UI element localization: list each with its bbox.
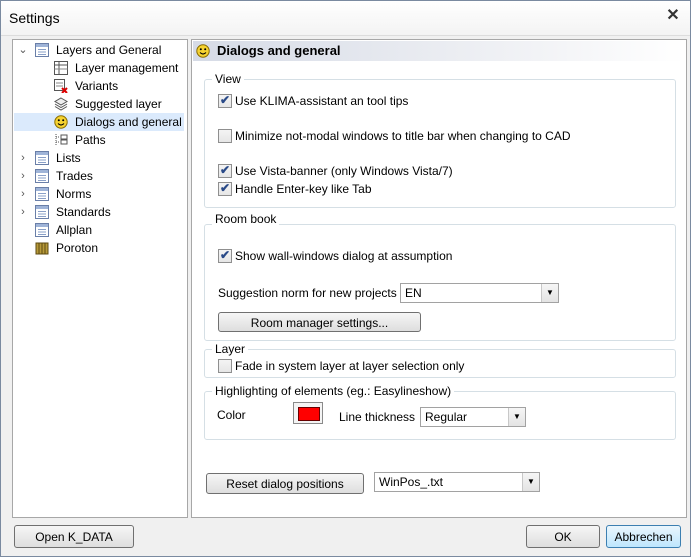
tree-item-label: Poroton <box>56 241 99 255</box>
checkbox-label: Use Vista-banner (only Windows Vista/7) <box>235 164 453 178</box>
tree-item-dialogs-and-general[interactable]: Dialogs and general <box>14 113 184 131</box>
select-value: EN <box>405 286 422 300</box>
color-picker-button[interactable] <box>293 402 323 424</box>
vista-banner-checkbox[interactable]: ✔ Use Vista-banner (only Windows Vista/7… <box>218 163 518 179</box>
klima-tooltips-checkbox[interactable]: ✔ Use KLIMA-assistant an tool tips <box>218 93 518 109</box>
settings-window: Settings ✕ ⌄ Layers and General Layer ma… <box>0 0 691 557</box>
tree-item-label: Dialogs and general <box>75 115 182 129</box>
highlighting-group-title: Highlighting of elements (eg.: Easylines… <box>212 384 455 398</box>
select-value: Regular <box>425 410 468 424</box>
tree-item-variants[interactable]: Variants <box>13 77 185 95</box>
ok-button[interactable]: OK <box>526 525 600 548</box>
tree-item-label: Paths <box>75 133 106 147</box>
title-bar[interactable]: Settings ✕ <box>1 1 690 36</box>
line-thickness-select[interactable]: Regular ▼ <box>420 407 526 427</box>
suggestion-norm-select[interactable]: EN ▼ <box>400 283 559 303</box>
room-manager-settings-button[interactable]: Room manager settings... <box>218 312 421 332</box>
paths-icon <box>55 134 68 146</box>
view-group-title: View <box>212 72 244 86</box>
cancel-button[interactable]: Abbrechen <box>606 525 681 548</box>
collapsed-chevron-icon[interactable]: › <box>18 203 28 221</box>
dropdown-arrow-icon[interactable]: ▼ <box>541 284 558 302</box>
select-value: WinPos_.txt <box>379 475 444 489</box>
checkbox-box[interactable]: ✔ <box>218 248 232 263</box>
layer-group-title: Layer <box>212 342 249 356</box>
suggestion-norm-label: Suggestion norm for new projects <box>218 286 397 300</box>
tree-item-layers-and-general[interactable]: ⌄ Layers and General <box>13 41 185 59</box>
tree-item-label: Layers and General <box>56 43 162 57</box>
checkbox-label: Minimize not-modal windows to title bar … <box>235 129 571 143</box>
open-k-data-button[interactable]: Open K_DATA <box>14 525 134 548</box>
expanded-chevron-icon[interactable]: ⌄ <box>18 41 28 59</box>
color-swatch <box>298 407 320 421</box>
smiley-icon <box>54 115 68 129</box>
tree-item-label: Lists <box>56 151 81 165</box>
room-book-group-title: Room book <box>212 212 280 226</box>
checkbox-box[interactable]: ✔ <box>218 181 232 196</box>
wall-windows-dialog-checkbox[interactable]: ✔ Show wall-windows dialog at assumption <box>218 248 518 264</box>
list-sheet-icon <box>35 169 49 183</box>
window-title: Settings <box>9 10 60 26</box>
tree-item-lists[interactable]: › Lists <box>13 149 185 167</box>
checkbox-box[interactable] <box>218 129 232 143</box>
tree-item-label: Suggested layer <box>75 97 162 111</box>
tree-item-label: Standards <box>56 205 111 219</box>
variants-icon <box>54 79 68 93</box>
brick-icon <box>35 242 49 255</box>
checkbox-box[interactable]: ✔ <box>218 163 232 178</box>
checkmark-icon: ✔ <box>220 163 231 177</box>
settings-tree: ⌄ Layers and General Layer management Va… <box>12 39 188 518</box>
list-sheet-icon <box>35 43 49 57</box>
tree-item-suggested-layer[interactable]: Suggested layer <box>13 95 185 113</box>
dropdown-arrow-icon[interactable]: ▼ <box>508 408 525 426</box>
checkmark-icon: ✔ <box>220 93 231 107</box>
list-sheet-icon <box>35 205 49 219</box>
checkbox-label: Use KLIMA-assistant an tool tips <box>235 94 409 108</box>
dropdown-arrow-icon[interactable]: ▼ <box>522 473 539 491</box>
reset-dialog-positions-button[interactable]: Reset dialog positions <box>206 473 364 494</box>
checkbox-label: Fade in system layer at layer selection … <box>235 359 465 373</box>
fade-system-layer-checkbox[interactable]: Fade in system layer at layer selection … <box>218 358 518 374</box>
layer-table-icon <box>54 61 68 75</box>
line-thickness-label: Line thickness <box>339 410 416 424</box>
list-sheet-icon <box>35 151 49 165</box>
tree-item-label: Allplan <box>56 223 93 237</box>
checkbox-label: Handle Enter-key like Tab <box>235 182 372 196</box>
winpos-file-select[interactable]: WinPos_.txt ▼ <box>374 472 540 492</box>
tree-item-allplan[interactable]: Allplan <box>13 221 185 239</box>
enter-key-tab-checkbox[interactable]: ✔ Handle Enter-key like Tab <box>218 181 518 197</box>
tree-item-layer-management[interactable]: Layer management <box>13 59 185 77</box>
checkbox-box[interactable] <box>218 359 232 373</box>
checkmark-icon: ✔ <box>220 181 231 195</box>
close-icon[interactable]: ✕ <box>664 7 682 25</box>
panel-title: Dialogs and general <box>217 43 341 58</box>
tree-item-label: Trades <box>56 169 93 183</box>
tree-item-label: Variants <box>75 79 119 93</box>
smiley-icon <box>196 44 210 58</box>
minimize-windows-checkbox[interactable]: Minimize not-modal windows to title bar … <box>218 128 618 144</box>
tree-item-trades[interactable]: › Trades <box>13 167 185 185</box>
color-label: Color <box>217 408 246 422</box>
tree-item-paths[interactable]: Paths <box>13 131 185 149</box>
checkbox-box[interactable]: ✔ <box>218 93 232 108</box>
tree-item-label: Norms <box>56 187 92 201</box>
tree-item-poroton[interactable]: Poroton <box>13 239 185 257</box>
tree-item-norms[interactable]: › Norms <box>13 185 185 203</box>
tree-item-standards[interactable]: › Standards <box>13 203 185 221</box>
collapsed-chevron-icon[interactable]: › <box>18 167 28 185</box>
layer-stack-icon <box>54 97 68 111</box>
list-sheet-icon <box>35 187 49 201</box>
tree-item-label: Layer management <box>75 61 179 75</box>
settings-panel: Dialogs and general View ✔ Use KLIMA-ass… <box>191 39 687 518</box>
checkbox-label: Show wall-windows dialog at assumption <box>235 249 453 263</box>
collapsed-chevron-icon[interactable]: › <box>18 149 28 167</box>
checkmark-icon: ✔ <box>220 248 231 262</box>
list-sheet-icon <box>35 223 49 237</box>
collapsed-chevron-icon[interactable]: › <box>18 185 28 203</box>
panel-header: Dialogs and general <box>193 41 685 61</box>
